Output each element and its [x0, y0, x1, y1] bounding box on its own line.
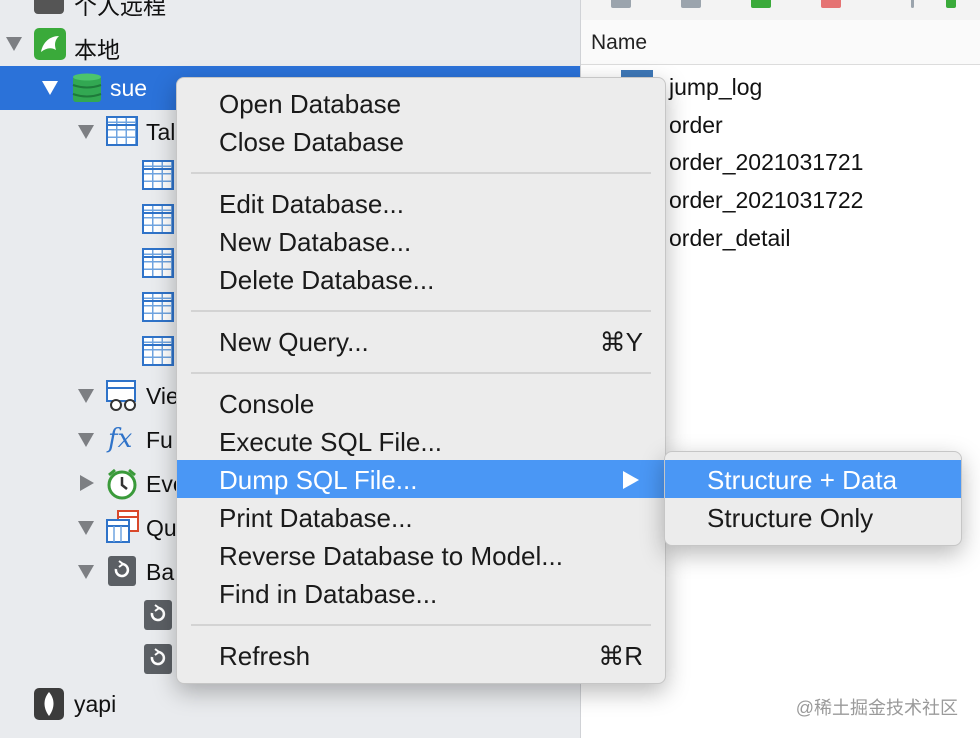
menu-item-label: Refresh — [219, 641, 311, 671]
menu-item-print-database[interactable]: Print Database... — [177, 498, 665, 536]
toolbar — [581, 0, 980, 20]
menu-item-label: Delete Database... — [219, 265, 435, 295]
sidebar-item-label: 本地 — [74, 37, 120, 63]
toolbar-icon[interactable] — [821, 0, 841, 8]
sidebar-item-label: 个人远程 — [74, 0, 166, 19]
menu-item-label: Dump SQL File... — [219, 465, 418, 495]
function-icon: fx — [108, 424, 133, 454]
keyboard-shortcut: ⌘Y — [599, 327, 643, 357]
table-list-item[interactable]: jump_log — [669, 74, 762, 101]
alarm-clock-icon — [106, 468, 138, 505]
menu-item-label: New Query... — [219, 327, 369, 357]
toolbar-icon[interactable] — [681, 0, 701, 8]
menu-item-open-database[interactable]: Open Database — [177, 84, 665, 122]
menu-item-new-query[interactable]: New Query... ⌘Y — [177, 322, 665, 360]
mysql-dolphin-icon — [34, 28, 66, 60]
menu-item-label: Structure Only — [707, 503, 874, 533]
toolbar-icon[interactable] — [611, 0, 631, 8]
toolbar-icon[interactable] — [751, 0, 771, 8]
menu-separator — [191, 372, 651, 374]
menu-item-delete-database[interactable]: Delete Database... — [177, 260, 665, 298]
menu-separator — [191, 172, 651, 174]
menu-item-label: Console — [219, 389, 315, 419]
views-icon — [106, 380, 140, 417]
menu-separator — [191, 310, 651, 312]
queries-icon — [106, 510, 140, 549]
keyboard-shortcut: ⌘R — [598, 641, 643, 671]
table-list-item[interactable]: order_2021031721 — [669, 149, 863, 176]
submenu-arrow-icon — [623, 471, 639, 489]
sidebar-item-label: Vie — [146, 383, 179, 409]
backup-icon — [144, 600, 172, 630]
menu-item-label: Print Database... — [219, 503, 413, 533]
menu-item-label: Structure + Data — [707, 465, 898, 495]
sidebar-item-label: Ba — [146, 559, 175, 585]
sidebar-item-remote-connection[interactable]: 个人远程 — [0, 0, 580, 22]
watermark: @稀土掘金技术社区 — [795, 698, 958, 718]
menu-item-close-database[interactable]: Close Database — [177, 122, 665, 160]
table-icon — [142, 292, 174, 322]
disclosure-triangle-icon[interactable] — [78, 389, 94, 403]
menu-item-refresh[interactable]: Refresh ⌘R — [177, 636, 665, 674]
disclosure-triangle-icon[interactable] — [80, 475, 94, 491]
disclosure-triangle-icon[interactable] — [42, 81, 58, 95]
menu-item-label: New Database... — [219, 227, 412, 257]
sidebar-item-label: Tal — [146, 119, 176, 145]
menu-item-execute-sql-file[interactable]: Execute SQL File... — [177, 422, 665, 460]
disclosure-triangle-icon[interactable] — [6, 37, 22, 51]
table-list-item[interactable]: order_detail — [669, 225, 790, 252]
database-context-menu: Open Database Close Database Edit Databa… — [176, 77, 666, 684]
sidebar-item-label: Fu — [146, 427, 173, 453]
database-icon — [72, 73, 102, 110]
disclosure-triangle-icon[interactable] — [78, 433, 94, 447]
column-header-label: Name — [591, 31, 648, 54]
table-list-item[interactable]: order_2021031722 — [669, 187, 863, 214]
connection-icon — [34, 0, 64, 14]
menu-item-reverse-database[interactable]: Reverse Database to Model... — [177, 536, 665, 574]
backup-icon — [144, 644, 172, 674]
mongodb-leaf-icon — [34, 688, 64, 720]
menu-item-label: Reverse Database to Model... — [219, 541, 563, 571]
table-list-item[interactable]: order — [669, 112, 723, 139]
submenu-item-structure-data[interactable]: Structure + Data — [665, 460, 961, 498]
menu-item-find-in-database[interactable]: Find in Database... — [177, 574, 665, 612]
table-icon — [142, 204, 174, 234]
disclosure-triangle-icon[interactable] — [78, 521, 94, 535]
menu-separator — [191, 624, 651, 626]
sidebar-item-label: yapi — [74, 691, 117, 717]
dump-sql-submenu: Structure + Data Structure Only — [664, 451, 962, 546]
sidebar-item-yapi-connection[interactable]: yapi — [0, 682, 580, 726]
disclosure-triangle-icon[interactable] — [78, 565, 94, 579]
sidebar-item-label: Qu — [146, 515, 177, 541]
submenu-item-structure-only[interactable]: Structure Only — [665, 498, 961, 536]
table-icon — [142, 160, 174, 190]
column-header-name[interactable]: Name — [581, 20, 980, 65]
table-icon — [142, 248, 174, 278]
menu-item-label: Open Database — [219, 89, 402, 119]
menu-item-new-database[interactable]: New Database... — [177, 222, 665, 260]
menu-item-label: Edit Database... — [219, 189, 404, 219]
sidebar-item-label: sue — [110, 75, 148, 101]
table-icon — [142, 336, 174, 366]
tables-icon — [106, 116, 138, 146]
menu-item-console[interactable]: Console — [177, 384, 665, 422]
menu-item-label: Close Database — [219, 127, 404, 157]
menu-item-label: Find in Database... — [219, 579, 438, 609]
toolbar-icon[interactable] — [946, 0, 956, 8]
menu-item-label: Execute SQL File... — [219, 427, 443, 457]
backup-icon — [108, 556, 136, 586]
disclosure-triangle-icon[interactable] — [78, 125, 94, 139]
toolbar-icon[interactable] — [911, 0, 914, 8]
menu-item-dump-sql-file[interactable]: Dump SQL File... — [177, 460, 665, 498]
menu-item-edit-database[interactable]: Edit Database... — [177, 184, 665, 222]
sidebar-item-local-connection[interactable]: 本地 — [0, 22, 580, 66]
